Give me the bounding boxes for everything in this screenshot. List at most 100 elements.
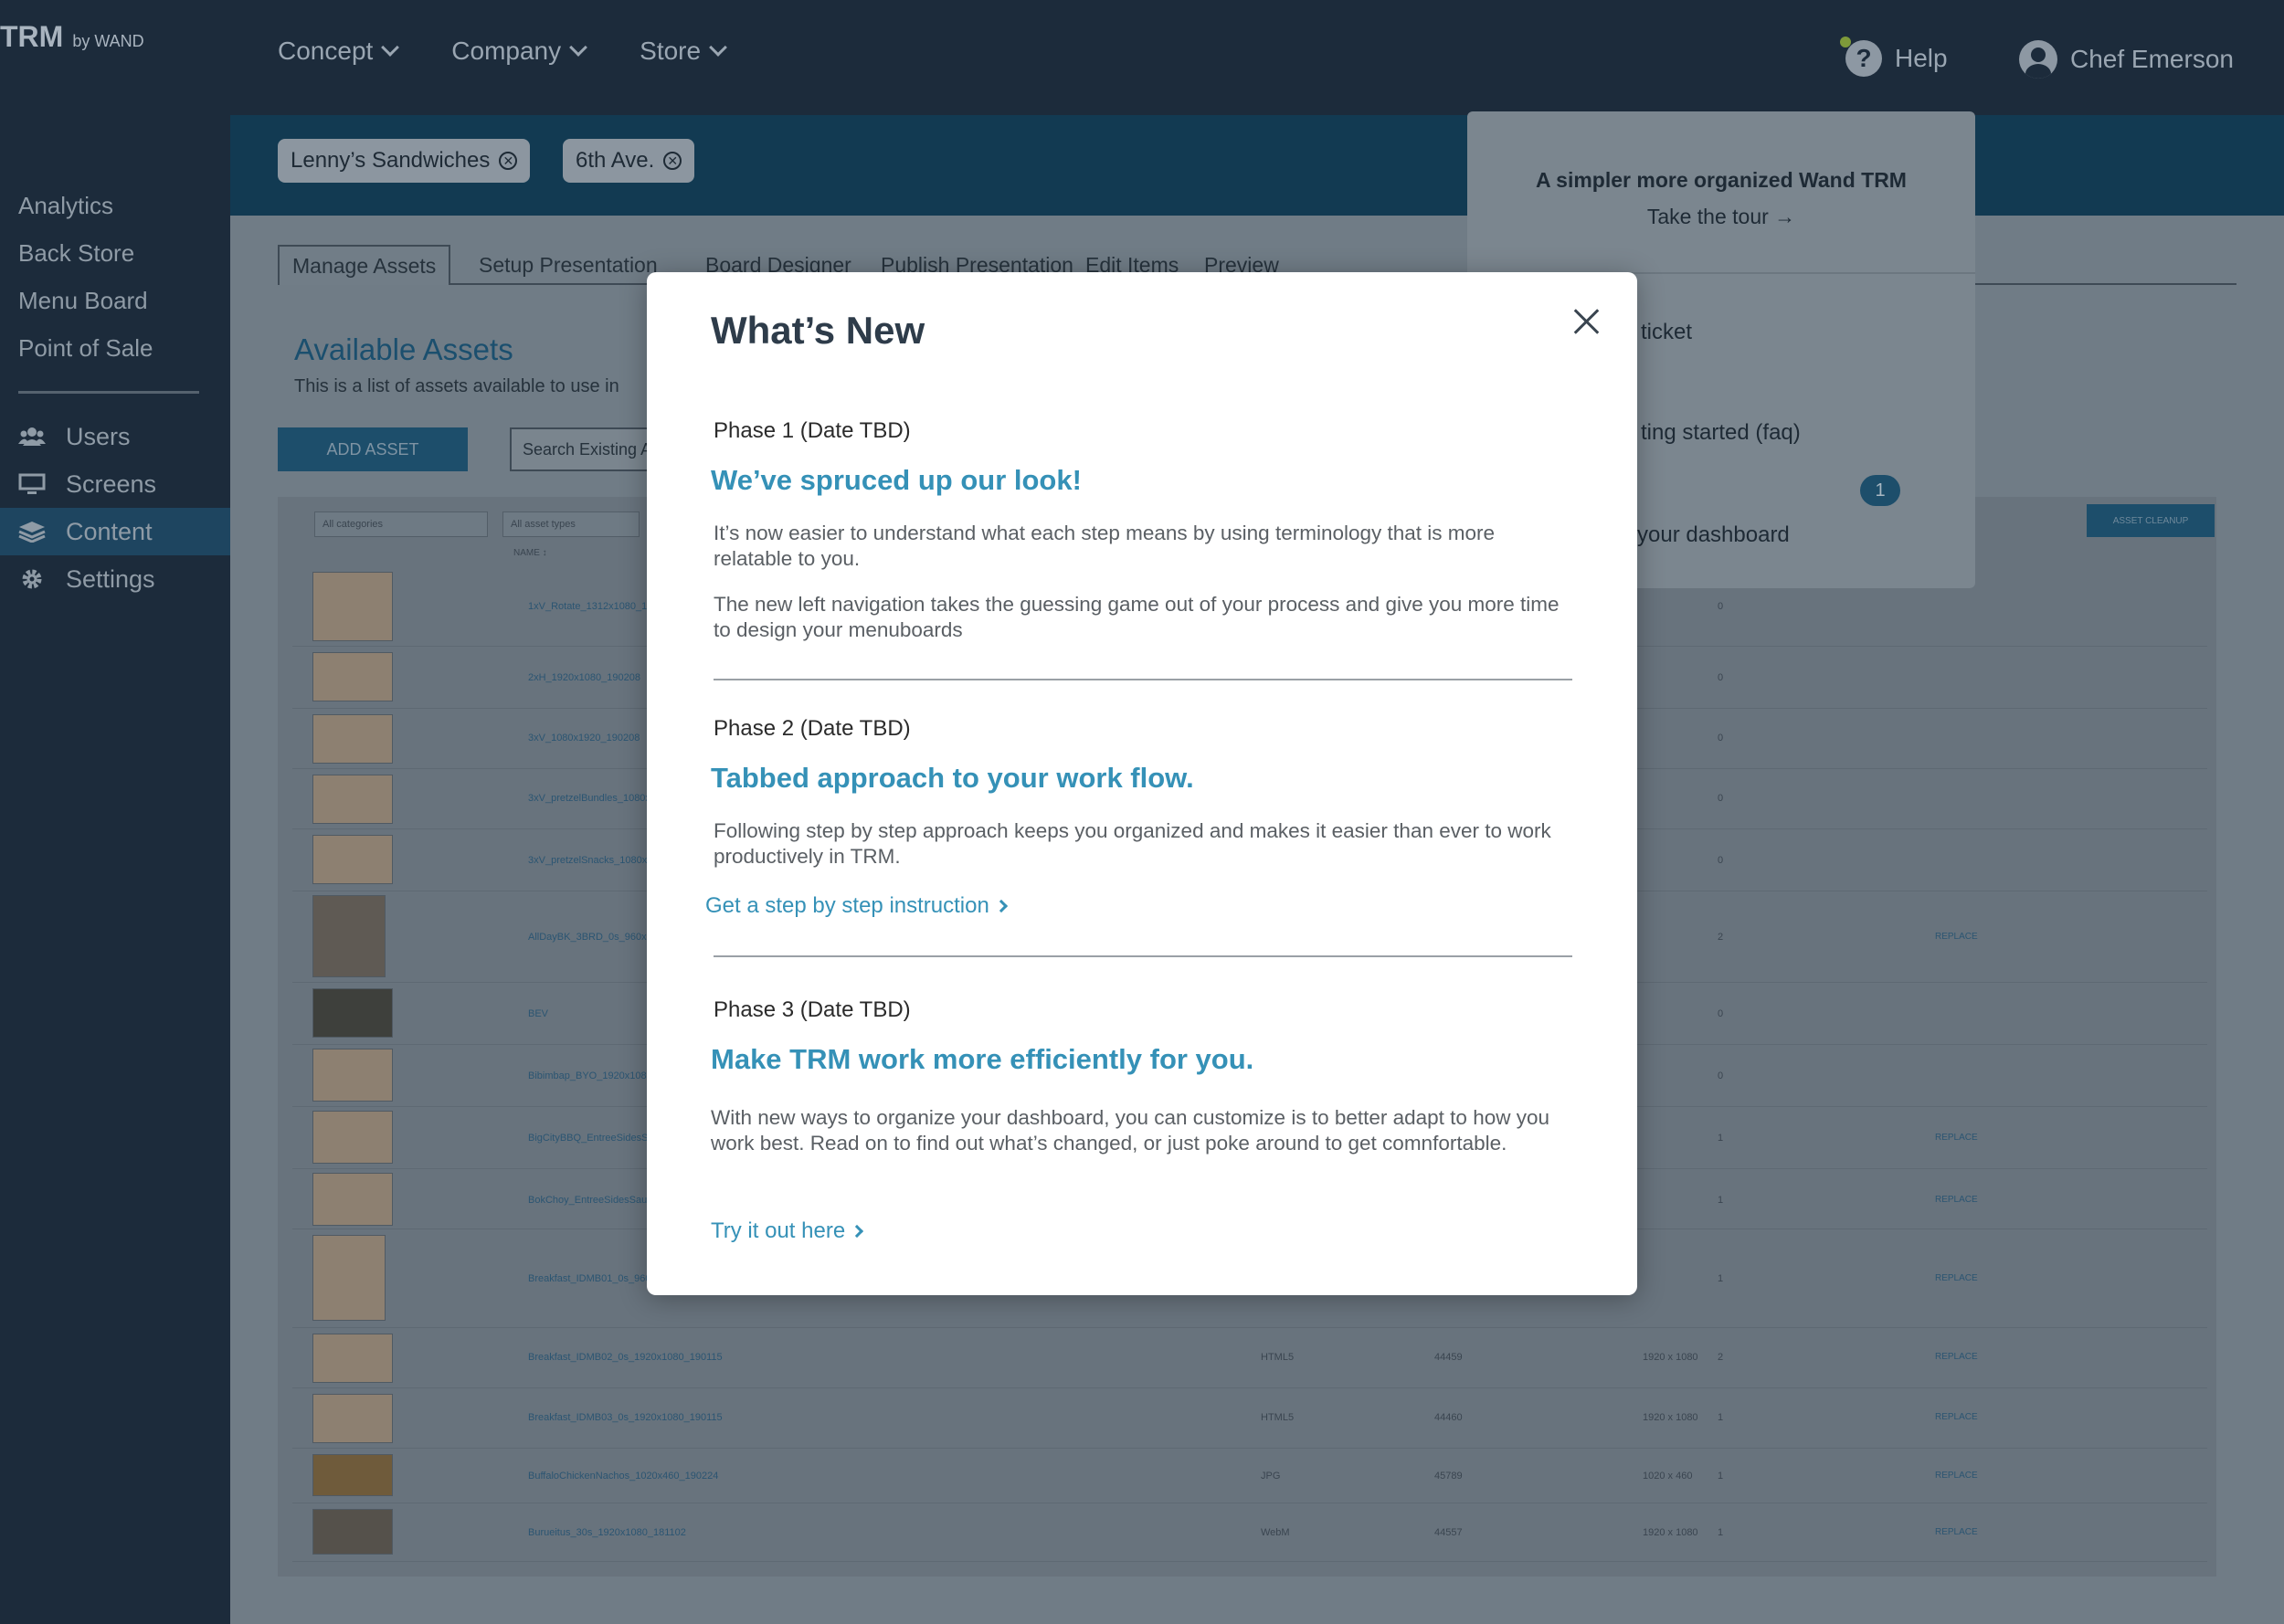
asset-name-link[interactable]: 3xV_1080x1920_190208: [528, 733, 640, 743]
table-row[interactable]: Breakfast_IDMB02_0s_1920x1080_190115 HTM…: [292, 1328, 2207, 1388]
asset-name-link[interactable]: Breakfast_IDMB03_0s_1920x1080_190115: [528, 1412, 723, 1423]
nav-label: Store: [640, 37, 702, 65]
chevron-down-icon: [709, 38, 727, 57]
asset-name-link[interactable]: BEV: [528, 1008, 548, 1019]
asset-type-filter-select[interactable]: All asset types: [502, 511, 640, 537]
asset-name-link[interactable]: BigCityBBQ_EntreeSidesSau: [528, 1133, 660, 1144]
phase-paragraph: Following step by step approach keeps yo…: [714, 819, 1551, 868]
asset-name-link[interactable]: Breakfast_IDMB01_0s_960x: [528, 1273, 656, 1284]
chip-store[interactable]: 6th Ave. ✕: [563, 139, 695, 183]
asset-usage-count: 1: [1718, 1527, 1724, 1538]
table-row[interactable]: BuffaloChickenNachos_1020x460_190224 JPG…: [292, 1449, 2207, 1503]
asset-type: HTML5: [1261, 1352, 1295, 1363]
help-button[interactable]: ? Help: [1840, 37, 1948, 77]
asset-thumbnail: [312, 714, 393, 764]
chip-concept[interactable]: Lenny’s Sandwiches ✕: [278, 139, 531, 183]
sidebar-item-menu-board[interactable]: Menu Board: [18, 287, 148, 315]
replace-link[interactable]: REPLACE: [1935, 1195, 1978, 1205]
chevron-down-icon: [381, 38, 400, 57]
asset-thumbnail: [312, 988, 393, 1038]
replace-link[interactable]: REPLACE: [1935, 932, 1978, 942]
close-circle-icon[interactable]: ✕: [499, 152, 518, 170]
replace-link[interactable]: REPLACE: [1935, 1352, 1978, 1362]
asset-thumbnail: [312, 775, 393, 824]
help-label: Help: [1895, 44, 1948, 72]
replace-link[interactable]: REPLACE: [1935, 1471, 1978, 1481]
sidebar-item-analytics[interactable]: Analytics: [18, 192, 113, 220]
filter-bar: Lenny’s Sandwiches ✕ 6th Ave. ✕: [230, 115, 2284, 216]
asset-id: 44557: [1434, 1527, 1463, 1538]
chevron-right-icon: [994, 899, 1008, 913]
sidebar-item-users[interactable]: Users: [0, 413, 230, 460]
phase-paragraph: With new ways to organize your dashboard…: [711, 1106, 1549, 1155]
phase-paragraph: It’s now easier to understand what each …: [714, 522, 1496, 570]
asset-name-link[interactable]: Burueitus_30s_1920x1080_181102: [528, 1527, 686, 1538]
asset-thumbnail: [312, 835, 393, 884]
brand-logo[interactable]: TRM by WAND: [0, 20, 144, 54]
sidebar-item-back-store[interactable]: Back Store: [18, 239, 134, 268]
asset-cleanup-button[interactable]: ASSET CLEANUP: [2087, 504, 2215, 537]
asset-usage-count: 0: [1718, 1070, 1724, 1081]
table-row[interactable]: Burueitus_30s_1920x1080_181102 WebM 4455…: [292, 1503, 2207, 1562]
asset-type: WebM: [1261, 1527, 1290, 1538]
replace-link[interactable]: REPLACE: [1935, 1412, 1978, 1422]
sidebar-item-content[interactable]: Content: [0, 508, 230, 555]
asset-thumbnail: [312, 1394, 393, 1443]
asset-name-link[interactable]: 3xV_pretzelBundles_1080x1: [528, 793, 656, 804]
page-title: Available Assets: [294, 332, 513, 366]
name-column-header[interactable]: NAME ↕: [513, 548, 547, 558]
asset-id: 45789: [1434, 1471, 1463, 1482]
tab-setup-presentation[interactable]: Setup Presentation: [466, 245, 671, 285]
nav-company[interactable]: Company: [451, 37, 588, 66]
replace-link[interactable]: REPLACE: [1935, 1133, 1978, 1143]
sidebar-item-settings[interactable]: Settings: [0, 555, 230, 603]
asset-thumbnail: [312, 1111, 393, 1164]
close-circle-icon[interactable]: ✕: [663, 152, 682, 170]
link-label: Get a step by step instruction: [705, 893, 989, 918]
replace-link[interactable]: REPLACE: [1935, 1273, 1978, 1283]
help-link-faq[interactable]: ting started (faq): [1641, 420, 1801, 446]
asset-thumbnail: [312, 1454, 393, 1496]
asset-name-link[interactable]: Bibimbap_BYO_1920x1080_: [528, 1070, 658, 1081]
asset-thumbnail: [312, 652, 393, 701]
sidebar-item-screens[interactable]: Screens: [0, 460, 230, 508]
user-avatar-icon: [2019, 40, 2057, 79]
sidebar-item-point-of-sale[interactable]: Point of Sale: [18, 334, 153, 363]
asset-thumbnail: [312, 1334, 393, 1383]
asset-usage-count: 1: [1718, 1273, 1724, 1284]
table-row[interactable]: Breakfast_IDMB03_0s_1920x1080_190115 HTM…: [292, 1388, 2207, 1449]
asset-name-link[interactable]: 3xV_pretzelSnacks_1080x19: [528, 855, 658, 866]
user-menu[interactable]: Chef Emerson: [2019, 40, 2234, 79]
asset-name-link[interactable]: 1xV_Rotate_1312x1080_190: [528, 601, 659, 612]
page-subtitle: This is a list of assets available to us…: [294, 376, 619, 396]
asset-usage-count: 0: [1718, 733, 1724, 743]
close-icon[interactable]: [1571, 307, 1601, 336]
nav-concept[interactable]: Concept: [278, 37, 400, 66]
section-divider: [714, 679, 1572, 680]
asset-thumbnail: [312, 1049, 393, 1102]
help-link-dashboard[interactable]: your dashboard: [1637, 522, 1790, 548]
asset-name-link[interactable]: BuffaloChickenNachos_1020x460_190224: [528, 1471, 718, 1482]
category-filter-select[interactable]: All categories: [314, 511, 488, 537]
asset-name-link[interactable]: 2xH_1920x1080_190208: [528, 672, 640, 683]
asset-usage-count: 1: [1718, 1471, 1724, 1482]
asset-name-link[interactable]: BokChoy_EntreeSidesSauce: [528, 1195, 658, 1206]
nav-store[interactable]: Store: [640, 37, 727, 66]
asset-name-link[interactable]: Breakfast_IDMB02_0s_1920x1080_190115: [528, 1352, 723, 1363]
asset-id: 44460: [1434, 1412, 1463, 1423]
asset-usage-count: 0: [1718, 855, 1724, 866]
step-instruction-link[interactable]: Get a step by step instruction: [705, 893, 1008, 919]
asset-resolution: 1920 x 1080: [1643, 1527, 1698, 1538]
brand-by: by WAND: [72, 32, 144, 50]
try-it-out-link[interactable]: Try it out here: [711, 1218, 864, 1244]
asset-thumbnail: [312, 572, 393, 641]
tab-manage-assets[interactable]: Manage Assets: [278, 245, 451, 285]
user-name: Chef Emerson: [2070, 45, 2234, 73]
help-link-ticket[interactable]: ticket: [1641, 320, 1692, 345]
replace-link[interactable]: REPLACE: [1935, 1527, 1978, 1537]
add-asset-button[interactable]: ADD ASSET: [278, 427, 468, 471]
asset-name-link[interactable]: AllDayBK_3BRD_0s_960x108: [528, 932, 663, 943]
search-input[interactable]: Search Existing A: [510, 427, 656, 471]
take-tour-link[interactable]: Take the tour →: [1467, 205, 1975, 229]
asset-usage-count: 0: [1718, 601, 1724, 612]
